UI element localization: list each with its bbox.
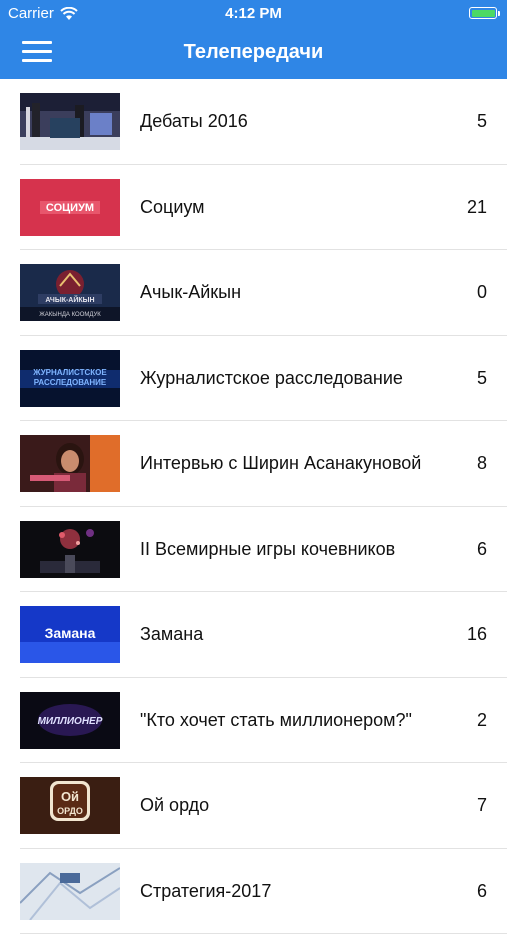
- program-title: Ой ордо: [140, 795, 209, 816]
- app-header: Carrier 4:12 PM Телепередачи: [0, 0, 507, 79]
- program-title: Журналистское расследование: [140, 368, 403, 389]
- battery-icon: [469, 7, 497, 19]
- status-time: 4:12 PM: [0, 5, 507, 22]
- episode-count: 5: [477, 368, 487, 389]
- list-item[interactable]: Замана Замана 16: [0, 592, 507, 678]
- program-thumbnail: [20, 521, 120, 578]
- thumbnail-logo-text: АЧЫК-АЙКЫН: [45, 295, 94, 304]
- program-title: "Кто хочет стать миллионером?": [140, 710, 412, 731]
- program-thumbnail: СОЦИУМ: [20, 179, 120, 236]
- thumbnail-caption: РАССЛЕДОВАНИЕ: [34, 378, 107, 387]
- episode-count: 8: [477, 453, 487, 474]
- thumbnail-caption: ОРДО: [57, 806, 83, 816]
- program-title: Замана: [140, 624, 203, 645]
- list-item[interactable]: СОЦИУМ Социум 21: [0, 165, 507, 251]
- list-item[interactable]: Интервью с Ширин Асанакуновой 8: [0, 421, 507, 507]
- list-item[interactable]: Ой ОРДО Ой ордо 7: [0, 763, 507, 849]
- episode-count: 21: [467, 197, 487, 218]
- thumbnail-logo-text: Ой: [61, 789, 79, 804]
- episode-count: 0: [477, 282, 487, 303]
- navigation-bar: Телепередачи: [0, 28, 507, 79]
- list-item[interactable]: II Всемирные игры кочевников 6: [0, 507, 507, 593]
- program-thumbnail: Ой ОРДО: [20, 777, 120, 834]
- episode-count: 7: [477, 795, 487, 816]
- list-item[interactable]: Стратегия-2017 6: [0, 849, 507, 934]
- battery-level: [472, 10, 495, 17]
- episode-count: 2: [477, 710, 487, 731]
- episode-count: 5: [477, 111, 487, 132]
- status-bar: Carrier 4:12 PM: [0, 0, 507, 28]
- program-title: Интервью с Ширин Асанакуновой: [140, 453, 421, 474]
- thumbnail-logo-text: СОЦИУМ: [46, 202, 94, 214]
- program-title: Дебаты 2016: [140, 111, 248, 132]
- episode-count: 6: [477, 881, 487, 902]
- list-item[interactable]: Дебаты 2016 5: [0, 79, 507, 165]
- program-title: Стратегия-2017: [140, 881, 271, 902]
- program-title: II Всемирные игры кочевников: [140, 539, 395, 560]
- thumbnail-logo-text: Замана: [45, 625, 96, 641]
- thumbnail-logo-text: ЖУРНАЛИСТСКОЕ: [32, 368, 107, 377]
- list-item[interactable]: ЖУРНАЛИСТСКОЕ РАССЛЕДОВАНИЕ Журналистско…: [0, 336, 507, 422]
- program-thumbnail: [20, 435, 120, 492]
- program-thumbnail: [20, 863, 120, 920]
- program-thumbnail: МИЛЛИОНЕР: [20, 692, 120, 749]
- program-thumbnail: [20, 93, 120, 150]
- program-thumbnail: Замана: [20, 606, 120, 663]
- list-item[interactable]: АЧЫК-АЙКЫН ЖАКЫНДА КООМДУК Ачык-Айкын 0: [0, 250, 507, 336]
- episode-count: 16: [467, 624, 487, 645]
- thumbnail-caption: ЖАКЫНДА КООМДУК: [39, 312, 101, 318]
- page-title: Телепередачи: [0, 41, 507, 64]
- thumbnail-logo-text: МИЛЛИОНЕР: [38, 716, 103, 727]
- program-thumbnail: АЧЫК-АЙКЫН ЖАКЫНДА КООМДУК: [20, 264, 120, 321]
- episode-count: 6: [477, 539, 487, 560]
- list-item[interactable]: МИЛЛИОНЕР "Кто хочет стать миллионером?"…: [0, 678, 507, 764]
- program-list: Дебаты 2016 5 СОЦИУМ Социум 21 АЧЫК-АЙКЫ…: [0, 79, 507, 934]
- program-title: Социум: [140, 197, 205, 218]
- program-thumbnail: ЖУРНАЛИСТСКОЕ РАССЛЕДОВАНИЕ: [20, 350, 120, 407]
- program-title: Ачык-Айкын: [140, 282, 241, 303]
